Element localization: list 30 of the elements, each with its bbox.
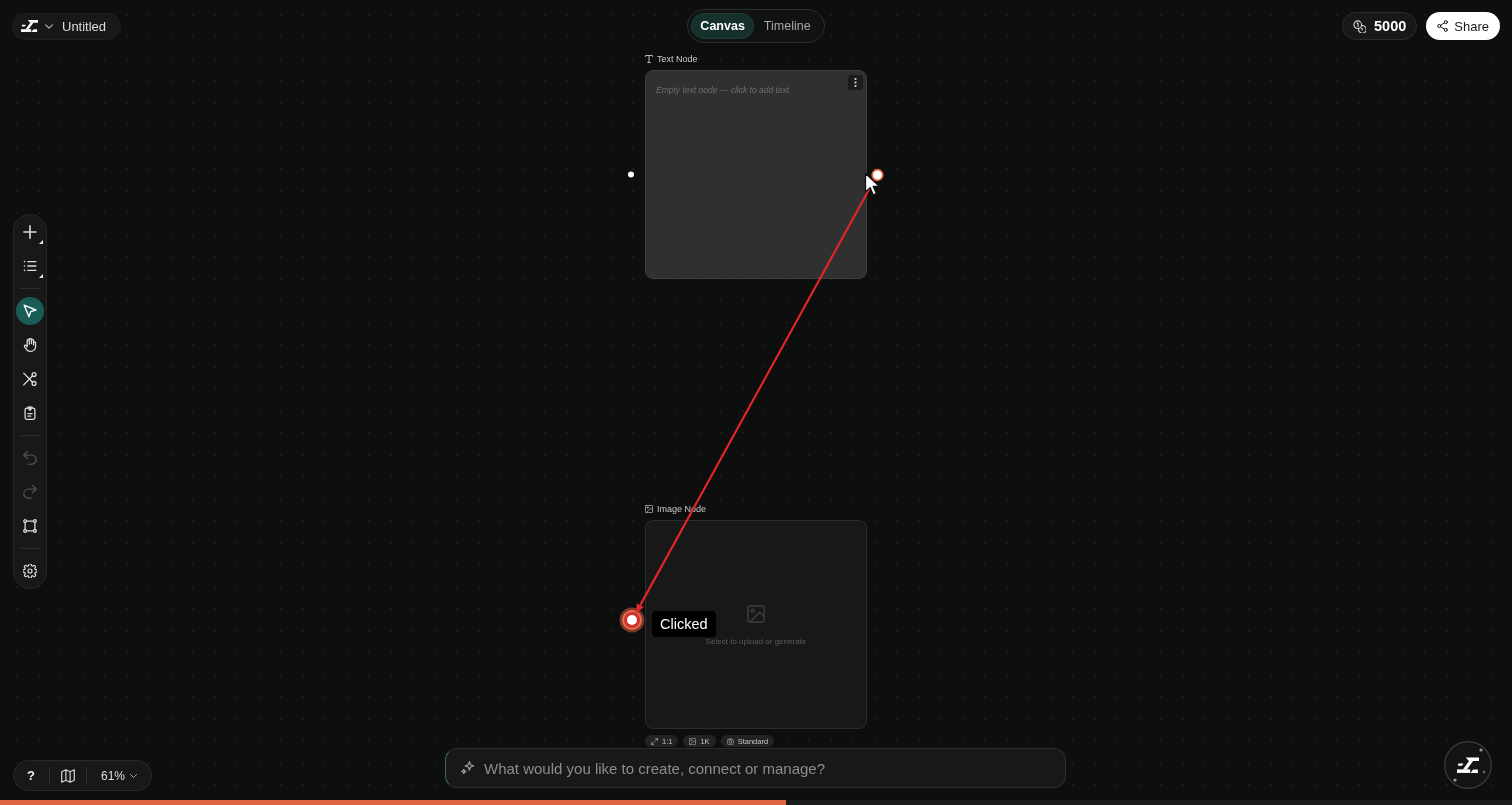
more-icon[interactable] (848, 75, 863, 90)
caret-icon (130, 773, 138, 778)
sparkle-icon (461, 761, 475, 775)
image-icon (689, 737, 697, 745)
node-title: Text Node (657, 54, 698, 64)
diagonal-arrows-icon (651, 737, 658, 745)
credits-button[interactable]: 5000 (1342, 12, 1418, 40)
help-button[interactable]: ? (19, 763, 43, 788)
view-tab[interactable]: Timeline (753, 13, 821, 39)
share-button[interactable]: Share (1426, 12, 1500, 40)
cursor-icon (864, 172, 880, 197)
view-tab[interactable]: Canvas (691, 13, 754, 39)
target-ring-icon[interactable] (619, 607, 645, 633)
camera-icon (726, 737, 734, 745)
zoom-button[interactable]: 61% (93, 763, 144, 788)
image-icon (747, 605, 765, 623)
logo-icon[interactable] (1444, 741, 1492, 789)
image-icon (645, 505, 653, 513)
select-tool-button[interactable] (16, 297, 44, 325)
project-menu-button[interactable]: Untitled (12, 12, 122, 40)
coins-icon (1353, 19, 1367, 33)
text-type-icon (645, 55, 653, 63)
handle-dot-icon[interactable] (628, 171, 634, 178)
share-icon (1437, 20, 1449, 32)
tooltip: Clicked (652, 611, 716, 637)
caret-icon (45, 23, 53, 29)
map-icon (61, 768, 75, 783)
handle-dot-icon[interactable] (871, 168, 884, 182)
prompt-field[interactable]: What would you like to create, connect or manage? (445, 748, 1066, 788)
logo-icon (21, 20, 38, 32)
